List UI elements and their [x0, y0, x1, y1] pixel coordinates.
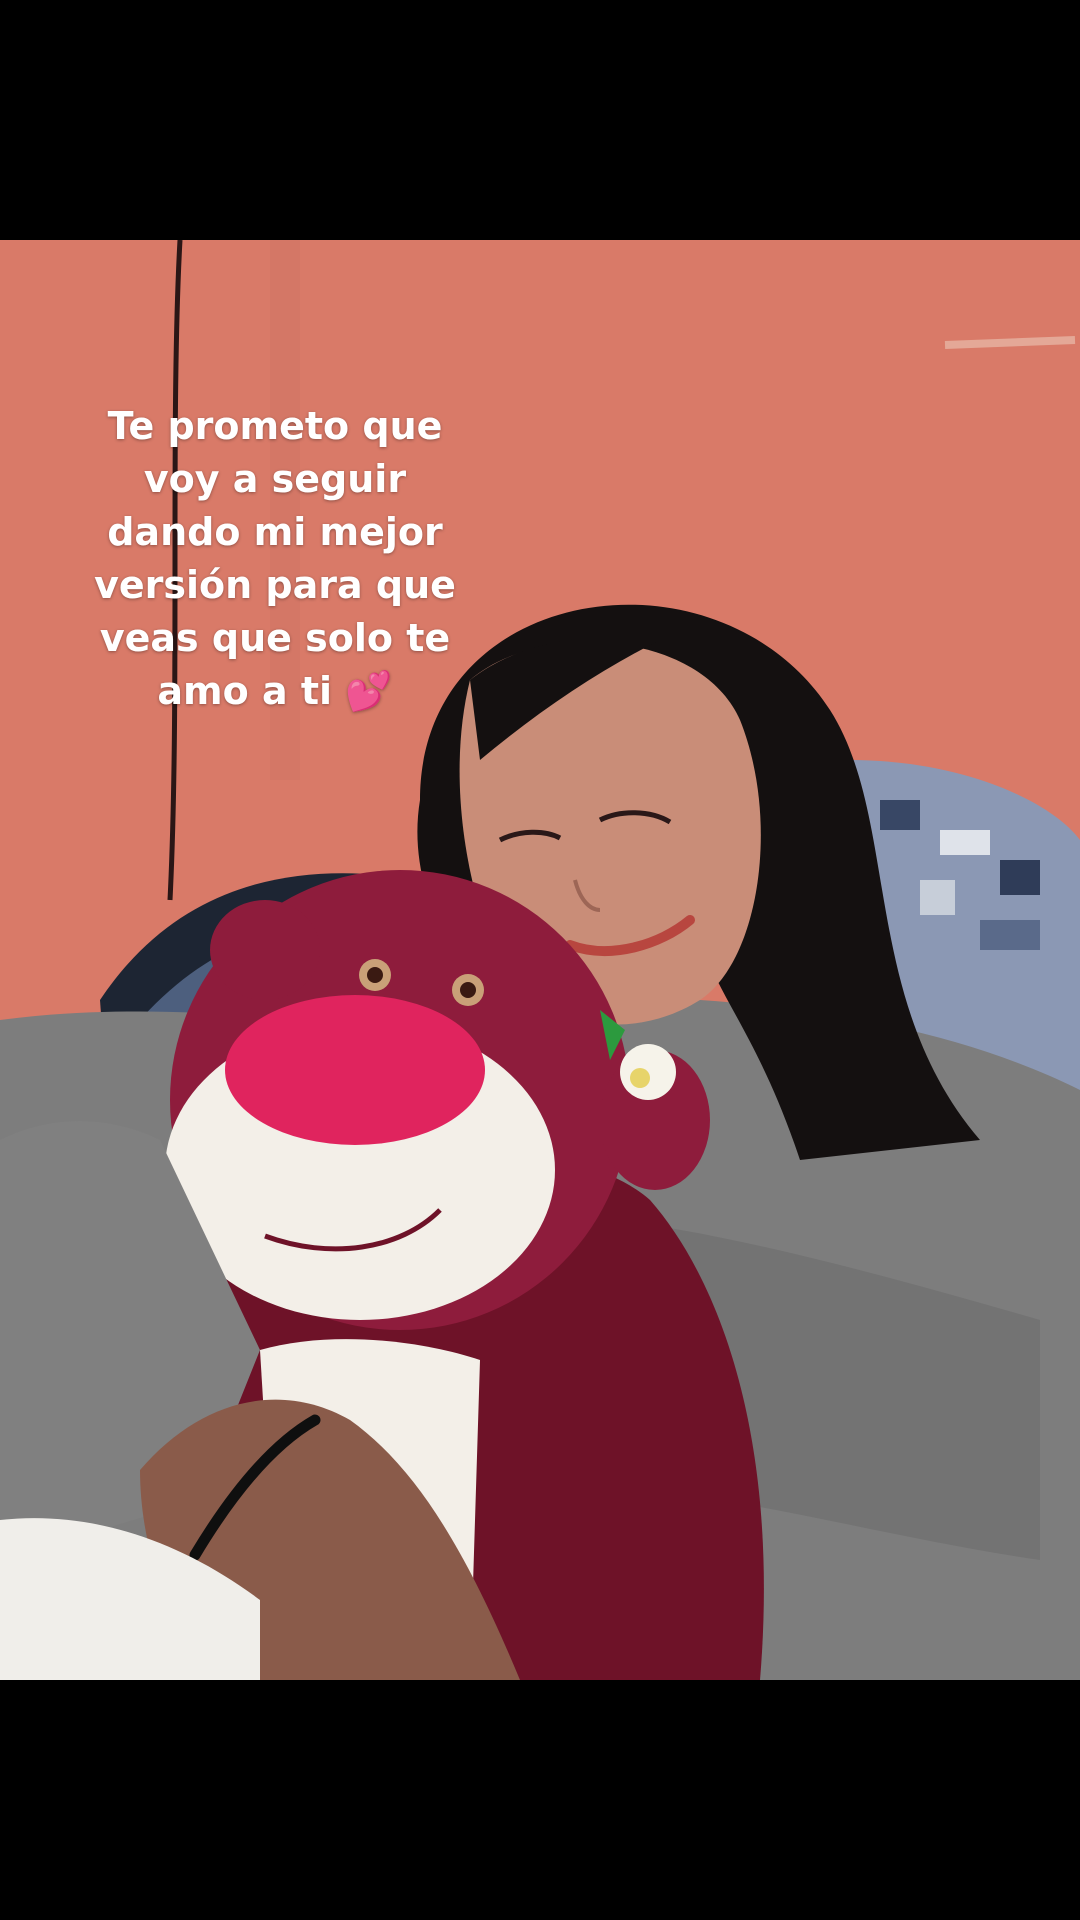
bear-nose [225, 995, 485, 1145]
video-frame: Te prometo que voy a seguir dando mi mej… [0, 0, 1080, 1920]
caption-text: Te prometo que voy a seguir dando mi mej… [94, 404, 456, 713]
bear-ear-left [210, 900, 320, 1000]
